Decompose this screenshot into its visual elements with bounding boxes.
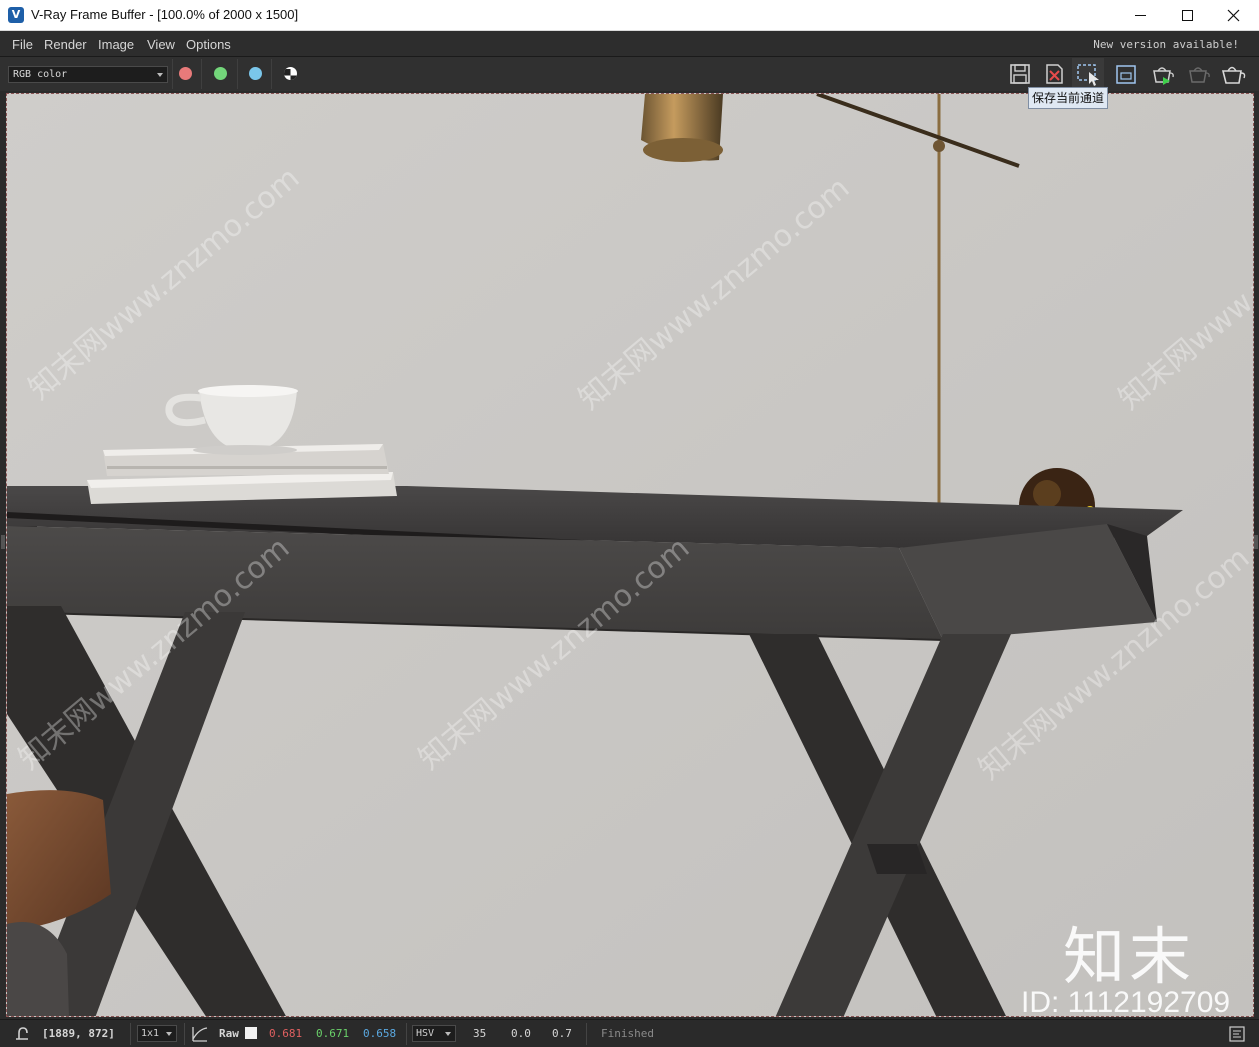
alpha-icon [284,69,297,80]
curve-icon[interactable] [191,1025,209,1043]
status-divider [406,1023,407,1045]
left-panel-handle[interactable] [1,535,5,549]
toolbar-divider [271,59,272,89]
toggle-frame-button[interactable] [1110,58,1142,90]
menu-bar: File Render Image View Options New versi… [0,31,1259,57]
color-swatch [245,1027,257,1039]
status-divider [130,1023,131,1045]
red-channel-button[interactable] [179,67,192,80]
clear-image-button[interactable] [1038,58,1070,90]
toolbar-divider [172,59,173,89]
mono-channel-button[interactable] [284,67,297,80]
channel-select-value: RGB color [13,69,68,80]
sample-size-select[interactable]: 1x1 [137,1025,177,1042]
region-render-button[interactable] [1072,58,1104,90]
watermark-logo: 知末 [1063,920,1196,993]
green-value: 0.671 [316,1027,350,1040]
red-value: 0.681 [269,1027,303,1040]
menu-image[interactable]: Image [98,37,134,52]
chevron-down-icon [445,1032,451,1036]
minimize-icon [1135,15,1146,16]
status-divider [586,1023,587,1045]
sample-size-value: 1x1 [141,1028,160,1039]
hue-value: 35 [473,1027,487,1040]
render-interactive-button[interactable] [1146,58,1178,90]
log-panel-icon[interactable] [1229,1026,1245,1042]
lock-cursor-icon[interactable] [14,1025,30,1041]
vray-logo-icon: V [8,7,24,23]
maximize-button[interactable] [1164,0,1210,31]
render-icon [1221,66,1246,84]
stop-render-button[interactable] [1182,58,1214,90]
watermark-id: ID: 1112192709 [1021,986,1231,1017]
close-button[interactable] [1210,0,1256,31]
toolbar-divider [237,59,238,89]
render-status: Finished [601,1027,654,1040]
chevron-down-icon [157,73,163,77]
channel-select[interactable]: RGB color [8,66,168,83]
green-channel-button[interactable] [214,67,227,80]
render-viewport[interactable]: 知末网www.znzmo.com 知末网www.znzmo.com 知末网www… [6,93,1254,1017]
save-image-button[interactable] [1004,58,1036,90]
region-render-icon [1077,64,1099,86]
maximize-icon [1182,10,1193,21]
new-version-link[interactable]: New version available! [1093,38,1239,51]
saturation-value: 0.0 [511,1027,531,1040]
status-bar: [1889, 872] 1x1 Raw 0.681 0.671 0.658 HS… [0,1019,1259,1047]
pixel-coordinates: [1889, 872] [42,1027,115,1040]
menu-render[interactable]: Render [44,37,87,52]
blue-value: 0.658 [363,1027,397,1040]
title-bar: V V-Ray Frame Buffer - [100.0% of 2000 x… [0,0,1259,31]
render-teapot-icon [1153,67,1174,85]
value-value: 0.7 [552,1027,572,1040]
blue-channel-button[interactable] [249,67,262,80]
save-icon [1010,64,1030,84]
right-panel-handle[interactable] [1254,535,1258,549]
toggle-frame-icon [1116,65,1136,84]
save-channel-tooltip: 保存当前通道 [1028,87,1109,109]
chevron-down-icon [166,1032,172,1036]
color-mode-value: HSV [416,1028,435,1039]
menu-file[interactable]: File [12,37,33,52]
render-button[interactable] [1217,58,1249,90]
stop-render-teapot-icon [1189,67,1210,83]
status-divider [184,1023,185,1045]
toolbar-divider [201,59,202,89]
window-title: V-Ray Frame Buffer - [100.0% of 2000 x 1… [31,7,299,22]
toolbar: RGB color [0,57,1259,91]
close-icon [1227,9,1240,22]
minimize-button[interactable] [1118,0,1164,31]
menu-view[interactable]: View [147,37,175,52]
color-mode-select[interactable]: HSV [412,1025,456,1042]
raw-label: Raw [219,1027,239,1040]
menu-options[interactable]: Options [186,37,231,52]
clear-image-icon [1046,64,1063,84]
